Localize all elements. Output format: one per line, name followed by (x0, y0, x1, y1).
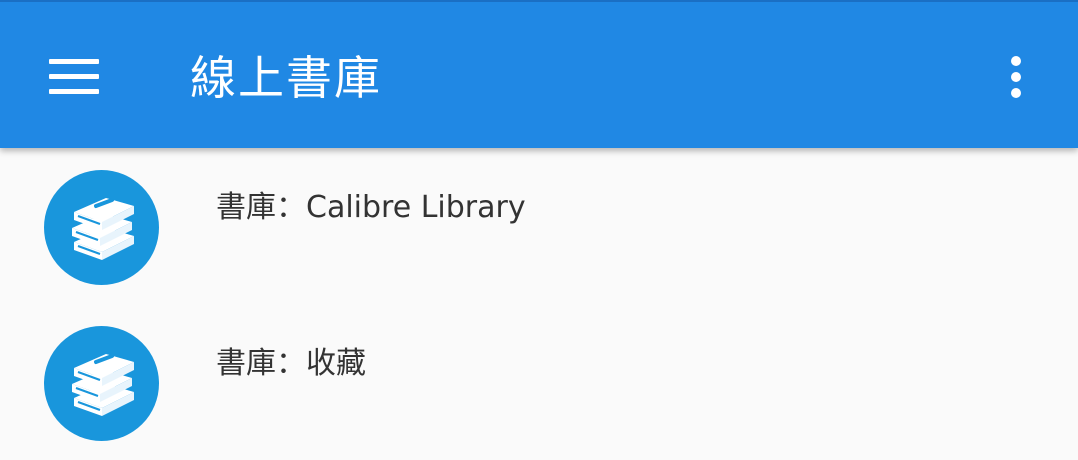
hamburger-menu-icon[interactable] (38, 46, 110, 106)
more-vert-icon[interactable] (990, 42, 1042, 112)
list-item-calibre-library[interactable]: 書庫：Calibre Library (0, 148, 1078, 304)
page-title: 線上書庫 (190, 51, 382, 105)
library-label: 書庫：收藏 (216, 346, 366, 381)
library-list: 書庫：Calibre Library 書庫：收藏 (0, 148, 1078, 452)
books-icon (44, 326, 159, 441)
app-bar: 線上書庫 (0, 0, 1078, 148)
library-label: 書庫：Calibre Library (216, 190, 526, 225)
books-icon (44, 170, 159, 285)
list-item-favorites[interactable]: 書庫：收藏 (0, 304, 1078, 460)
